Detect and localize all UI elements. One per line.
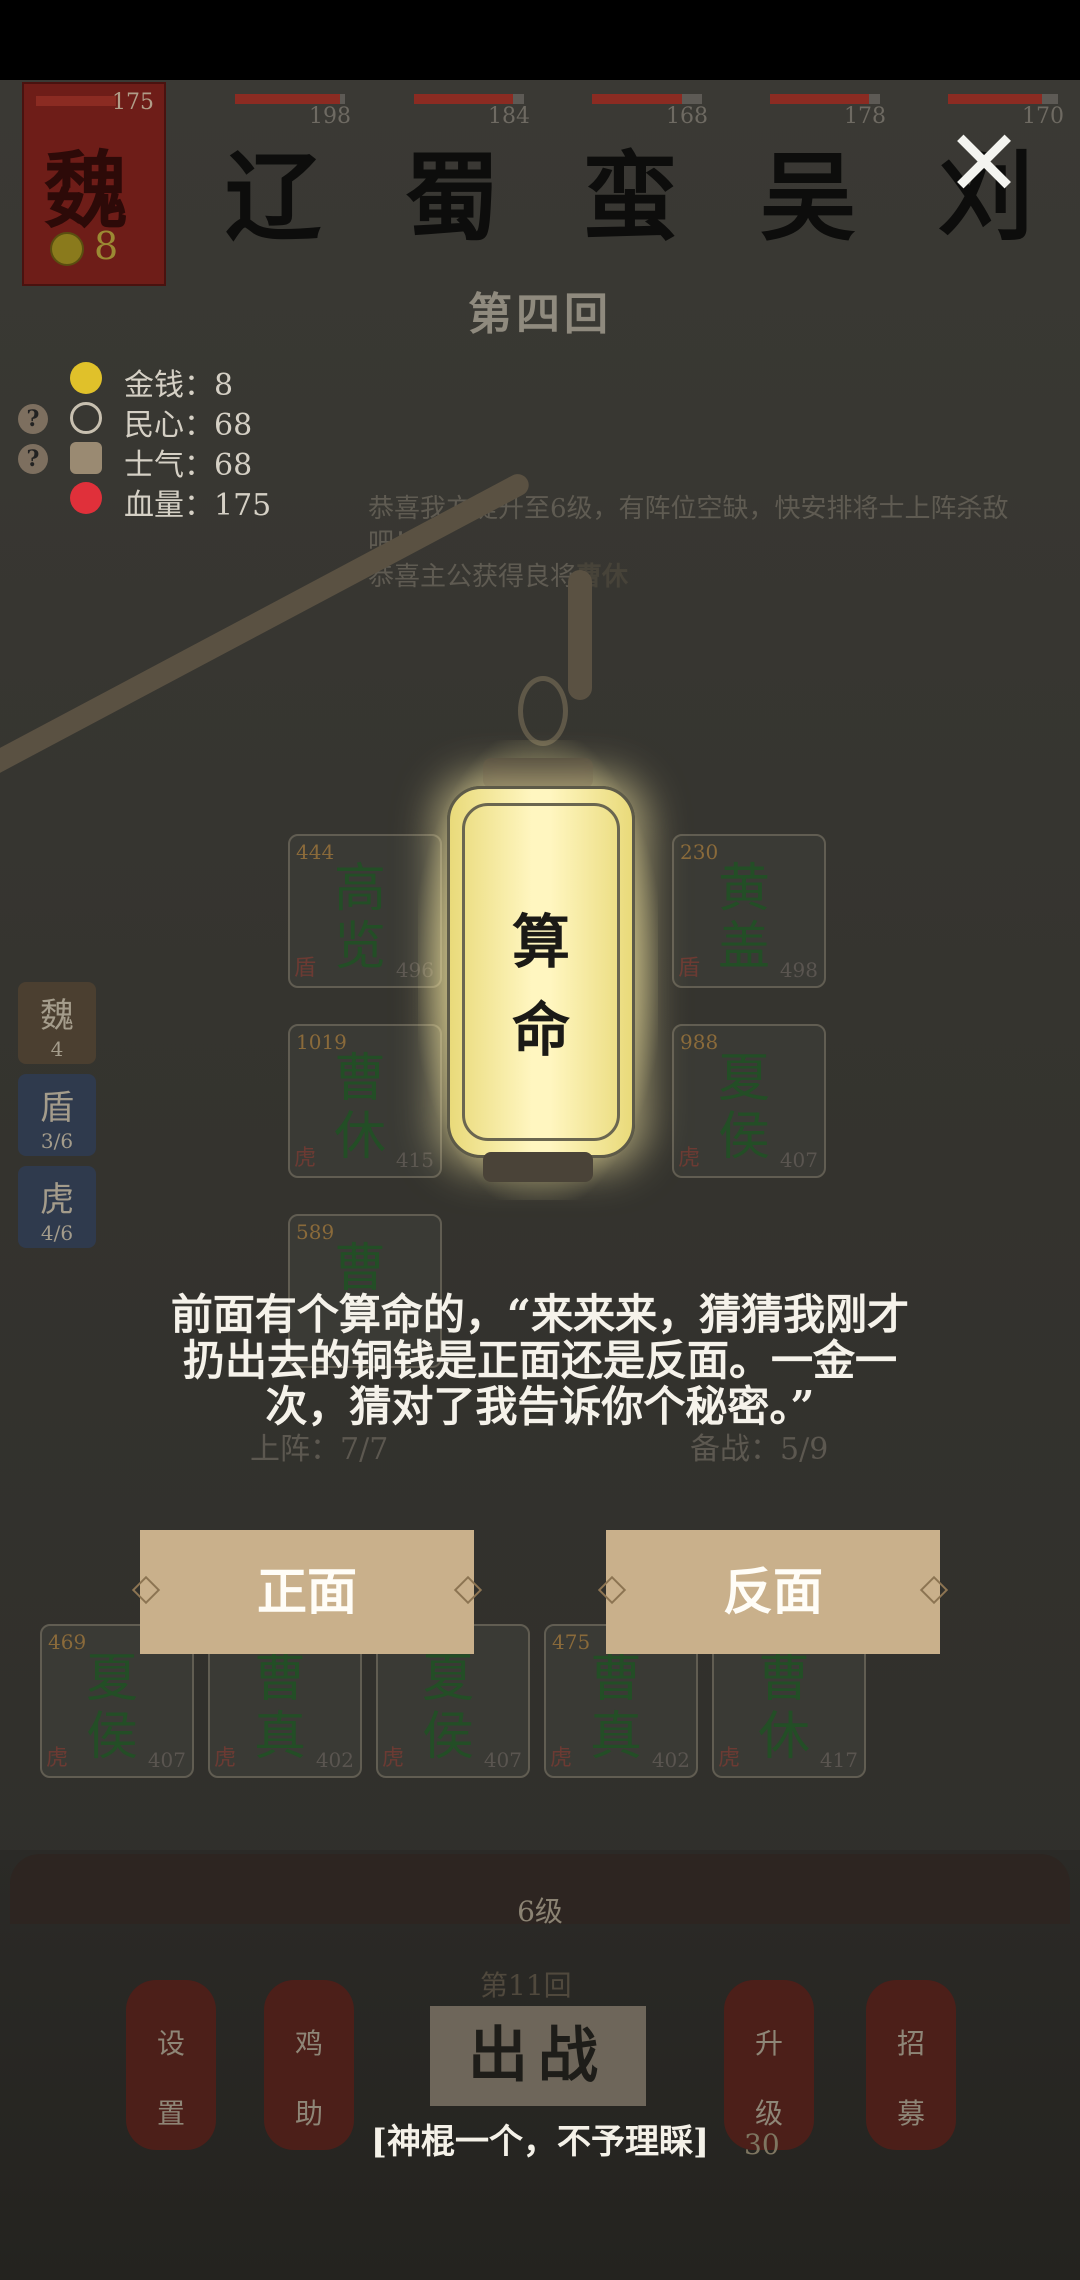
enemy-hp-fill [235,94,340,104]
enemy-name: 辽 [225,141,321,254]
heart-outline-icon [70,402,102,434]
player-hp-bar [36,96,116,106]
enemy-hp-bar [770,94,880,104]
tab-faction[interactable]: 魏4 [18,982,96,1064]
enemy-hp-bar [592,94,702,104]
enemy-card[interactable]: 178 吴 [740,90,900,254]
tails-button[interactable]: 反面 [606,1530,940,1654]
lantern-hook [568,570,592,700]
help-icon[interactable]: ? [18,444,48,474]
enemy-hp-fill [592,94,683,104]
unit-card[interactable]: 988 夏侯虎 407 [672,1024,826,1178]
event-dialog-text: 前面有个算命的，“来来来，猜猜我刚才扔出去的铜钱是正面还是反面。一金一次，猜对了… [170,1290,910,1431]
coin-icon [70,362,102,394]
enemy-hp-bar [948,94,1058,104]
enemy-name: 蛮 [582,141,678,254]
status-bar [0,0,1080,80]
morale-icon [70,442,102,474]
lantern-text: 命 [511,996,570,1064]
stat-label: 士气：68 [124,448,253,483]
player-faction-card[interactable]: 175 魏 8 [22,82,166,286]
coin-icon [50,232,84,266]
fortune-lantern: 算 命 [447,786,635,1158]
enemy-name: 吴 [760,141,856,254]
tab-tiger[interactable]: 虎 4/6 [18,1166,96,1248]
stat-label: 民心：68 [124,408,253,443]
enemy-hp-bar [235,94,345,104]
stat-label: 血量：175 [124,488,272,523]
stat-label: 金钱：8 [124,368,234,403]
close-icon[interactable]: ✕ [944,118,1024,210]
log-line: 恭喜主公获得良将曹休 [368,562,629,592]
level-badge: 6级 [517,1895,563,1928]
player-coins: 8 [94,224,119,268]
lantern-text: 算 [511,908,570,976]
lantern-ring [518,676,568,746]
lantern-top-cap [483,758,593,788]
player-hp: 175 [112,90,154,115]
round-title: 第四回 [468,289,612,340]
unit-card[interactable]: 230 黄盖盾 498 [672,834,826,988]
enemy-hp-bar [414,94,524,104]
enemy-hp-fill [948,94,1042,104]
enemy-name: 蜀 [404,141,500,254]
enemy-card[interactable]: 198 辽 [205,90,365,254]
enemy-hp-fill [414,94,513,104]
heads-button[interactable]: 正面 [140,1530,474,1654]
enemy-hp-fill [770,94,869,104]
ignore-option-link[interactable]: [神棍一个，不予理睬] [0,2114,1080,2163]
sortie-button[interactable]: 出战 [430,2006,646,2106]
enemy-card[interactable]: 168 蛮 [562,90,722,254]
help-icon[interactable]: ? [18,404,48,434]
heart-icon [70,482,102,514]
enemy-card[interactable]: 184 蜀 [384,90,544,254]
filter-tabs: 魏4 盾 3/6 虎 4/6 [18,982,96,1258]
tab-shield[interactable]: 盾 3/6 [18,1074,96,1156]
lantern-bottom-cap [483,1152,593,1182]
sortie-round: 第11回 [480,1969,572,2002]
